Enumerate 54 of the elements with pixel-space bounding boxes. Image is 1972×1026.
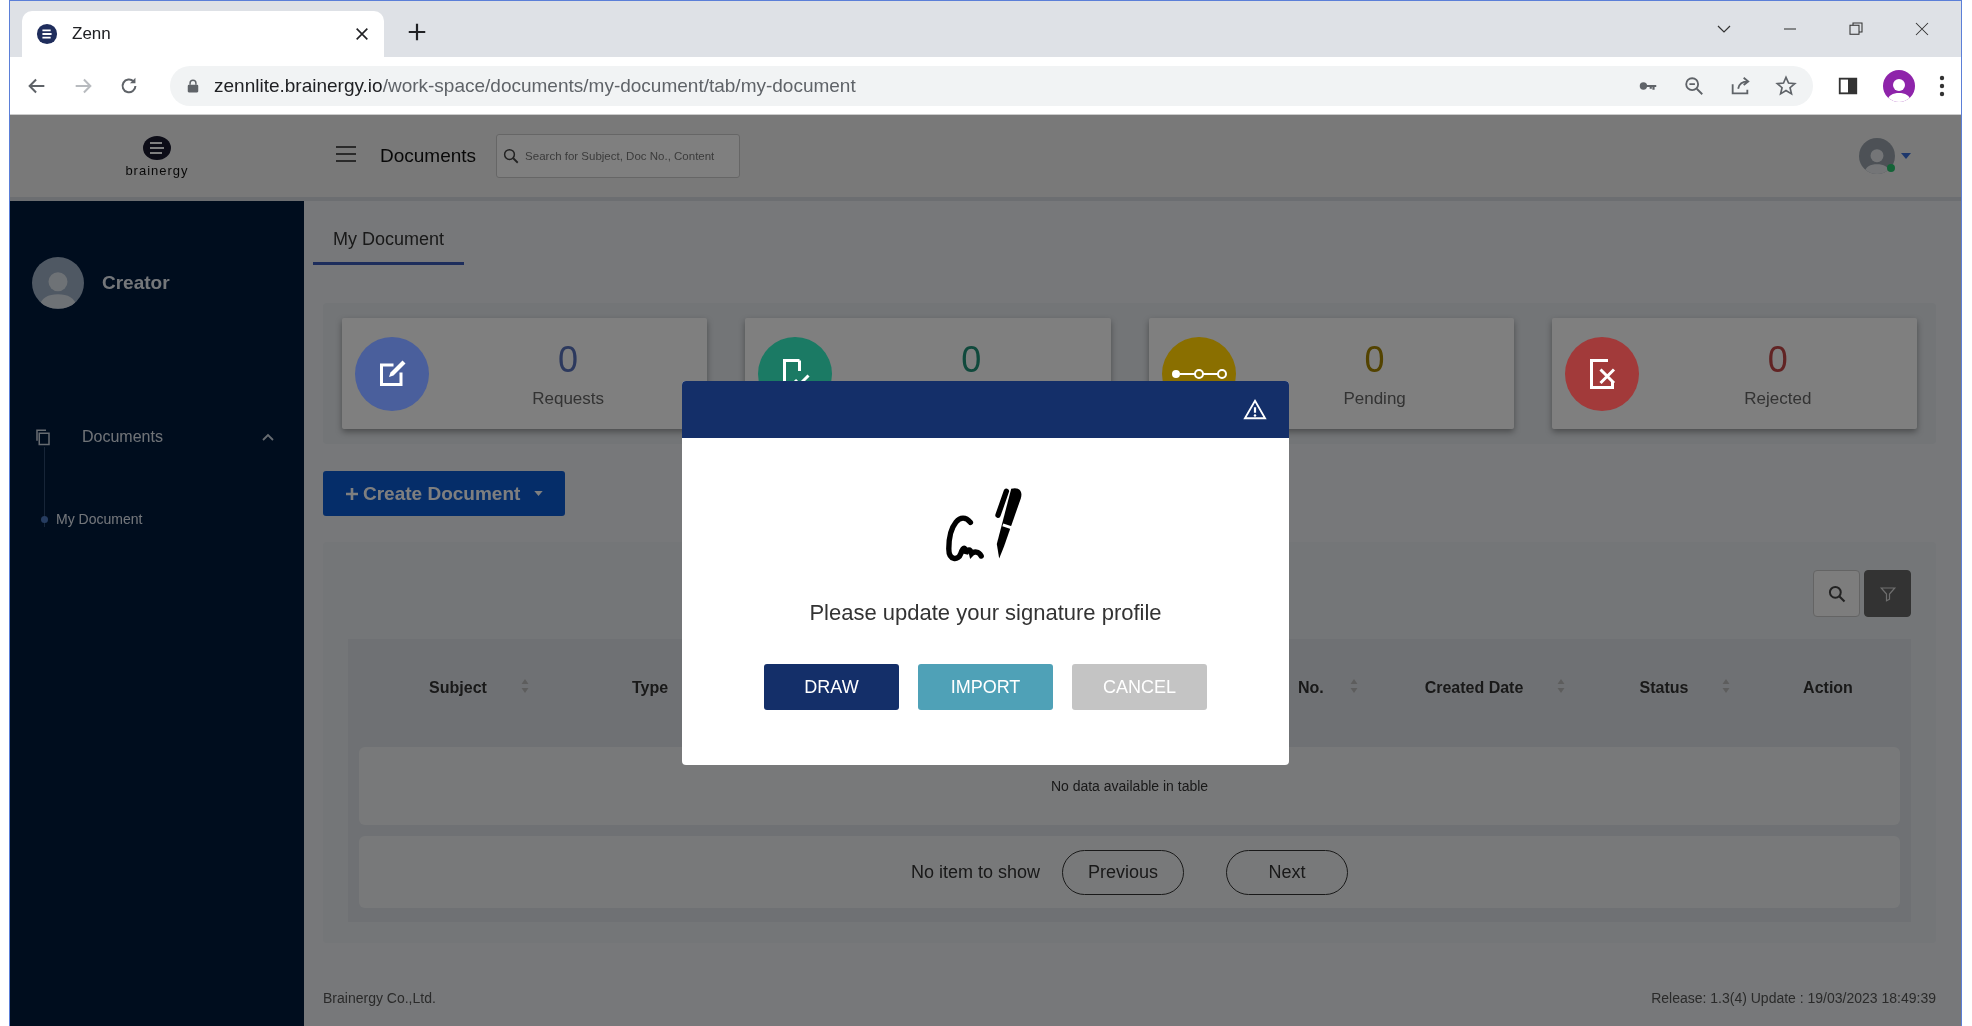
- restore-icon[interactable]: [1847, 20, 1865, 38]
- sidebar-item[interactable]: Documents: [10, 427, 304, 447]
- chevron-up-icon: [262, 433, 274, 441]
- logo-icon: [142, 134, 172, 161]
- caret-icon: [1901, 153, 1911, 159]
- sidebar-subitem[interactable]: My Document: [41, 511, 304, 527]
- menu-icon[interactable]: [334, 144, 358, 164]
- browser-tab[interactable]: Zenn: [22, 11, 384, 57]
- search-button[interactable]: [1813, 570, 1860, 617]
- empty-table-message: No data available in table: [1050, 778, 1209, 794]
- logo-text: brainergy: [125, 162, 189, 178]
- copy-icon: [34, 427, 52, 447]
- stat-label: Rejected: [1744, 388, 1812, 409]
- column-header[interactable]: No.: [1298, 678, 1324, 697]
- search-field[interactable]: Search for Subject, Doc No., Content: [496, 134, 741, 178]
- stat-count: 0: [558, 338, 579, 381]
- profile-avatar[interactable]: [1883, 69, 1915, 102]
- column-header[interactable]: Created Date: [1424, 678, 1524, 697]
- column-header[interactable]: Status: [1639, 678, 1689, 697]
- release-info: Release: 1.3(4) Update : 19/03/2023 18:49:39: [1651, 990, 1936, 1006]
- column-header[interactable]: Type: [632, 678, 669, 697]
- pagination-info: No item to show: [910, 861, 1041, 883]
- stat-count: 0: [1767, 338, 1788, 381]
- search-icon: [502, 147, 521, 165]
- company-name: Brainergy Co.,Ltd.: [323, 990, 436, 1006]
- close-icon[interactable]: [354, 26, 370, 42]
- close-icon[interactable]: [1913, 20, 1931, 38]
- zoom-out-icon[interactable]: [1683, 74, 1705, 97]
- warning-icon: [1243, 398, 1267, 421]
- create-document-button[interactable]: Create Document: [323, 471, 566, 516]
- site-logo-icon: [36, 23, 58, 45]
- tab[interactable]: My Document: [313, 229, 465, 265]
- share-icon[interactable]: [1729, 74, 1751, 97]
- plus-icon[interactable]: [406, 21, 428, 43]
- stat-label: Pending: [1343, 388, 1406, 409]
- user-avatar: [32, 257, 84, 309]
- filter-icon: [1878, 584, 1897, 603]
- address-bar[interactable]: zennlite.brainergy.io/work-space/documents/my-document/tab/my-document: [170, 65, 1813, 106]
- stat-count: 0: [1364, 338, 1385, 381]
- dialog-message: Please update your signature profile: [809, 600, 1162, 626]
- caret-icon: [534, 491, 544, 496]
- stat-label: Requests: [532, 388, 605, 409]
- online-status-dot: [1887, 164, 1895, 172]
- column-header[interactable]: Subject: [429, 678, 487, 697]
- import-button[interactable]: IMPORT: [918, 664, 1053, 710]
- plus-icon: [345, 486, 359, 501]
- stat-count: 0: [961, 338, 982, 381]
- page-title: Documents: [380, 145, 477, 167]
- user-name: Creator: [102, 272, 170, 294]
- column-header[interactable]: Action: [1803, 678, 1853, 697]
- draw-button[interactable]: DRAW: [764, 664, 899, 710]
- more-vertical-icon[interactable]: [1939, 74, 1945, 97]
- star-icon[interactable]: [1775, 74, 1797, 97]
- search-icon: [1826, 583, 1847, 604]
